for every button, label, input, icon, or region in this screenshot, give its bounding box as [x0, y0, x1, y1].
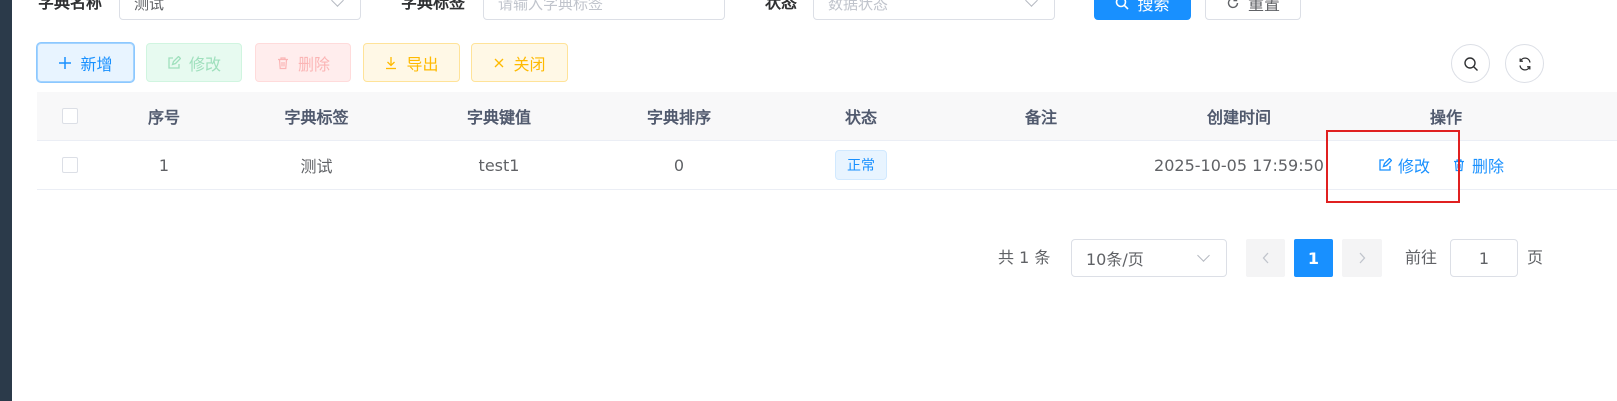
reset-button-label: 重置	[1247, 0, 1280, 14]
status-select[interactable]: 数据状态	[813, 0, 1055, 20]
chevron-right-icon	[1359, 252, 1366, 264]
pagination-total: 共 1 条	[998, 248, 1051, 267]
close-icon	[495, 58, 504, 67]
export-button-label: 导出	[406, 54, 439, 74]
column-header: 字典排序	[646, 108, 711, 127]
column-header: 状态	[844, 108, 877, 127]
dict-name-label: 字典名称	[38, 0, 103, 12]
chevron-down-icon	[1025, 0, 1038, 7]
row-checkbox[interactable]	[62, 157, 78, 173]
dict-name-select[interactable]: 测试	[119, 0, 361, 20]
refresh-icon	[1518, 56, 1531, 71]
download-icon	[386, 56, 397, 69]
status-label: 状态	[765, 0, 798, 12]
refresh-icon	[1227, 0, 1239, 9]
row-dict-label: 测试	[300, 157, 333, 176]
add-button[interactable]: 新增	[37, 43, 134, 82]
goto-label: 前往	[1405, 248, 1438, 267]
plus-icon	[59, 56, 72, 69]
row-delete-label: 删除	[1472, 157, 1505, 176]
goto-page-value: 1	[1478, 248, 1490, 268]
page-suffix: 页	[1527, 248, 1544, 267]
dict-name-value: 测试	[134, 0, 165, 13]
highlight-box	[1326, 130, 1460, 203]
chevron-left-icon	[1262, 252, 1268, 264]
prev-page-button[interactable]	[1246, 239, 1285, 277]
dict-label-label: 字典标签	[401, 0, 466, 12]
select-all-checkbox[interactable]	[62, 108, 78, 124]
toggle-search-button[interactable]	[1451, 44, 1490, 83]
search-button-label: 搜索	[1137, 0, 1170, 14]
edit-icon	[168, 55, 181, 69]
chevron-down-icon	[1197, 249, 1210, 262]
column-header: 字典键值	[466, 108, 531, 127]
edit-button-label: 修改	[188, 54, 221, 74]
export-button[interactable]: 导出	[363, 43, 460, 82]
row-dict-value: test1	[478, 155, 520, 175]
dict-label-input[interactable]: 请输入字典标签	[483, 0, 725, 20]
page-size-value: 10条/页	[1086, 250, 1144, 269]
trash-icon	[277, 56, 288, 69]
search-icon	[1463, 56, 1478, 71]
close-button[interactable]: 关闭	[471, 43, 568, 82]
page-number-current[interactable]: 1	[1294, 239, 1333, 277]
search-button[interactable]: 搜索	[1094, 0, 1191, 20]
column-header: 字典标签	[284, 108, 349, 127]
goto-page-input[interactable]: 1	[1450, 239, 1518, 277]
status-badge: 正常	[835, 150, 887, 180]
chevron-down-icon	[331, 0, 344, 7]
edit-button[interactable]: 修改	[146, 43, 242, 82]
page-size-select[interactable]: 10条/页	[1071, 239, 1227, 277]
reset-button[interactable]: 重置	[1205, 0, 1301, 20]
next-page-button[interactable]	[1342, 239, 1382, 277]
delete-button-label: 删除	[297, 54, 330, 74]
search-icon	[1116, 0, 1130, 10]
column-header: 序号	[147, 108, 180, 127]
close-button-label: 关闭	[513, 54, 546, 74]
add-button-label: 新增	[80, 54, 113, 74]
dict-label-placeholder: 请输入字典标签	[498, 0, 604, 13]
row-index: 1	[158, 155, 170, 175]
row-created-time: 2025-10-05 17:59:50	[1154, 155, 1324, 175]
refresh-table-button[interactable]	[1505, 44, 1544, 83]
row-dict-sort: 0	[673, 155, 685, 175]
column-header: 备注	[1024, 108, 1057, 127]
sidebar-edge	[0, 0, 12, 401]
delete-button[interactable]: 删除	[255, 43, 351, 82]
row-remark	[954, 141, 1128, 189]
column-header: 创建时间	[1206, 108, 1271, 127]
status-placeholder: 数据状态	[828, 0, 889, 13]
